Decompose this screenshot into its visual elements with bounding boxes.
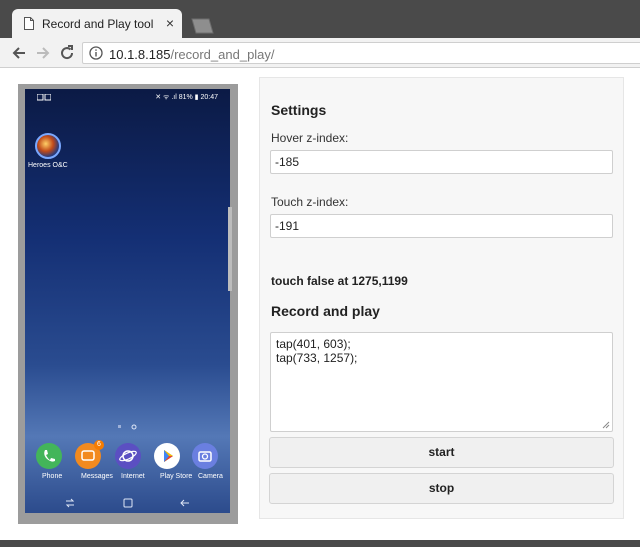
url-host: 10.1.8.185 — [109, 47, 171, 62]
resize-grip-icon[interactable] — [602, 421, 610, 429]
camera-icon — [192, 443, 218, 469]
phone-status-bar: ✕ ᯤ .ıl 81% ▮ 20:47 — [25, 89, 230, 107]
stop-button[interactable]: stop — [269, 473, 614, 504]
settings-heading: Settings — [271, 102, 327, 118]
url-text: 10.1.8.185/record_and_play/ — [109, 47, 275, 62]
phone-screen[interactable]: ✕ ᯤ .ıl 81% ▮ 20:47 Heroes O&C Phone 6 M… — [25, 89, 230, 513]
close-tab-icon[interactable]: × — [166, 15, 174, 31]
forward-icon[interactable] — [33, 43, 53, 63]
phone-scroll-handle[interactable] — [228, 207, 232, 291]
dock-app-internet[interactable]: Internet — [110, 443, 146, 491]
reload-icon[interactable] — [57, 43, 77, 63]
internet-icon — [115, 443, 141, 469]
script-line: tap(733, 1257); — [276, 351, 358, 365]
notification-icons — [37, 94, 51, 101]
hover-z-index-input[interactable]: -185 — [270, 150, 613, 174]
dock-app-camera[interactable]: Camera — [187, 443, 223, 491]
phone-dock: Phone 6 Messages Internet Play Store Cam… — [25, 440, 230, 491]
document-icon — [24, 17, 34, 30]
back-nav-icon[interactable] — [180, 498, 190, 508]
browser-tab[interactable]: Record and Play tool × — [12, 9, 182, 38]
hover-z-index-label: Hover z-index: — [271, 131, 349, 145]
window-bottom-border — [0, 540, 640, 547]
recent-apps-icon[interactable] — [65, 498, 75, 508]
phone-nav-bar — [25, 493, 230, 513]
record-and-play-heading: Record and play — [271, 303, 380, 319]
play-store-icon — [154, 443, 180, 469]
control-panel: Settings Hover z-index: -185 Touch z-ind… — [259, 77, 624, 519]
url-path: /record_and_play/ — [170, 47, 275, 62]
dock-app-messages[interactable]: 6 Messages — [70, 440, 113, 491]
heroes-app-icon[interactable] — [35, 133, 61, 159]
dock-label-camera: Camera — [198, 473, 223, 480]
new-tab-button[interactable] — [188, 18, 214, 34]
info-icon[interactable] — [89, 46, 103, 60]
dock-label-phone: Phone — [42, 473, 63, 480]
phone-icon — [36, 443, 62, 469]
touch-status-text: touch false at 1275,1199 — [271, 274, 408, 288]
address-bar[interactable]: 10.1.8.185/record_and_play/ — [82, 42, 640, 64]
messages-badge: 6 — [94, 440, 104, 450]
dock-label-messages: Messages — [81, 473, 113, 480]
heroes-app-label: Heroes O&C — [28, 162, 68, 169]
script-textarea[interactable]: tap(401, 603); tap(733, 1257); — [270, 332, 613, 432]
page-indicator — [118, 424, 137, 430]
dock-label-internet: Internet — [121, 473, 145, 480]
browser-toolbar: 10.1.8.185/record_and_play/ — [0, 38, 640, 68]
messages-icon: 6 — [75, 440, 104, 469]
tab-title: Record and Play tool — [42, 17, 154, 31]
dock-app-play-store[interactable]: Play Store — [149, 443, 192, 491]
back-icon[interactable] — [9, 43, 29, 63]
script-line: tap(401, 603); — [276, 337, 351, 351]
start-button[interactable]: start — [269, 437, 614, 468]
touch-z-index-input[interactable]: -191 — [270, 214, 613, 238]
touch-z-index-label: Touch z-index: — [271, 195, 349, 209]
browser-titlebar: Record and Play tool × — [0, 0, 640, 38]
dock-app-phone[interactable]: Phone — [31, 443, 67, 491]
home-icon[interactable] — [123, 498, 133, 508]
status-indicators: ✕ ᯤ .ıl 81% ▮ 20:47 — [155, 94, 218, 101]
